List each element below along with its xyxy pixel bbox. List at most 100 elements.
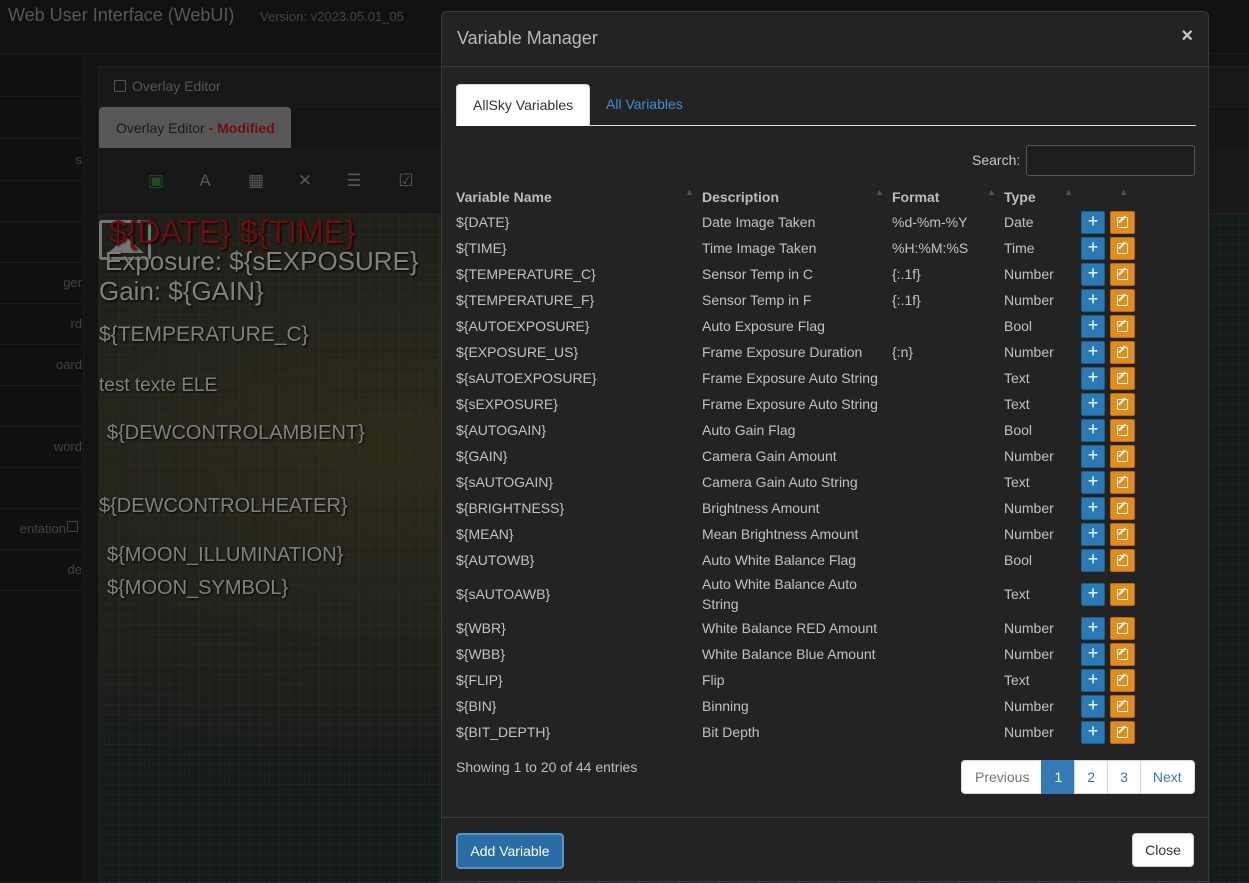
edit-variable-button[interactable] [1110, 720, 1135, 744]
row-actions: + [1081, 470, 1136, 494]
add-variable-to-overlay-button[interactable]: + [1081, 470, 1105, 494]
variable-tabs: AllSky Variables All Variables [456, 84, 1196, 126]
variable-name-cell: ${WBR} [456, 620, 506, 636]
variable-name-cell: ${BIT_DEPTH} [456, 724, 551, 740]
pagination-next[interactable]: Next [1139, 760, 1195, 794]
edit-variable-button[interactable] [1110, 314, 1135, 338]
description-cell: White Balance RED Amount [702, 620, 878, 636]
variable-name-cell: ${DATE} [456, 214, 510, 230]
add-variable-to-overlay-button[interactable]: + [1081, 262, 1105, 286]
add-variable-to-overlay-button[interactable]: + [1081, 694, 1105, 718]
table-row: ${DATE} Date Image Taken %d-%m-%Y Date + [456, 209, 1136, 235]
description-cell: Auto Gain Flag [702, 422, 796, 438]
variable-manager-modal: Variable Manager × AllSky Variables All … [441, 11, 1209, 882]
column-header-actions[interactable]: ▲ [1081, 185, 1136, 209]
edit-variable-button[interactable] [1110, 470, 1135, 494]
edit-variable-button[interactable] [1110, 548, 1135, 572]
edit-variable-button[interactable] [1110, 236, 1135, 260]
edit-variable-button[interactable] [1110, 694, 1135, 718]
row-actions: + [1081, 262, 1136, 286]
table-row: ${WBR} White Balance RED Amount Number + [456, 615, 1136, 641]
add-variable-to-overlay-button[interactable]: + [1081, 496, 1105, 520]
edit-variable-button[interactable] [1110, 444, 1135, 468]
edit-variable-button[interactable] [1110, 262, 1135, 286]
add-variable-to-overlay-button[interactable]: + [1081, 314, 1105, 338]
column-header-description[interactable]: Description ▲ [702, 185, 892, 209]
row-actions: + [1081, 496, 1136, 520]
pagination-page-2[interactable]: 2 [1074, 760, 1109, 794]
format-cell: {:n} [892, 344, 914, 360]
format-cell [892, 641, 1004, 667]
add-variable-to-overlay-button[interactable]: + [1081, 236, 1105, 260]
add-variable-to-overlay-button[interactable]: + [1081, 642, 1105, 666]
edit-variable-button[interactable] [1110, 366, 1135, 390]
actions-cell: + [1081, 365, 1136, 391]
add-variable-to-overlay-button[interactable]: + [1081, 548, 1105, 572]
add-variable-to-overlay-button[interactable]: + [1081, 720, 1105, 744]
pagination-page-1[interactable]: 1 [1041, 760, 1076, 794]
actions-cell: + [1081, 615, 1136, 641]
table-row: ${sAUTOGAIN} Camera Gain Auto String Text + [456, 469, 1136, 495]
edit-icon [1117, 294, 1128, 306]
type-cell: Time [1004, 240, 1035, 256]
add-variable-to-overlay-button[interactable]: + [1081, 616, 1105, 640]
variables-table: Variable Name ▲ Description ▲ Format ▲ Type… [456, 185, 1136, 745]
type-cell: Text [1004, 586, 1030, 602]
edit-variable-button[interactable] [1110, 210, 1135, 234]
add-variable-to-overlay-button[interactable]: + [1081, 444, 1105, 468]
edit-variable-button[interactable] [1110, 496, 1135, 520]
close-button[interactable]: Close [1132, 833, 1194, 867]
edit-variable-button[interactable] [1110, 418, 1135, 442]
search-input[interactable] [1026, 145, 1195, 176]
add-variable-to-overlay-button[interactable]: + [1081, 418, 1105, 442]
pagination-page-3[interactable]: 3 [1107, 760, 1141, 794]
add-variable-to-overlay-button[interactable]: + [1081, 340, 1105, 364]
column-header-name[interactable]: Variable Name ▲ [456, 185, 702, 209]
add-variable-to-overlay-button[interactable]: + [1081, 522, 1105, 546]
tab-all-variables[interactable]: All Variables [590, 84, 699, 126]
pagination-previous[interactable]: Previous [961, 760, 1043, 794]
column-header-format[interactable]: Format ▲ [892, 185, 1004, 209]
description-cell: Frame Exposure Auto String [702, 396, 878, 412]
edit-variable-button[interactable] [1110, 288, 1135, 312]
description-cell: Auto White Balance Auto String [702, 576, 857, 612]
variables-table-body: ${DATE} Date Image Taken %d-%m-%Y Date + ${TI… [456, 209, 1136, 745]
add-variable-to-overlay-button[interactable]: + [1081, 210, 1105, 234]
sort-icon: ▲ [987, 187, 996, 197]
table-row: ${AUTOGAIN} Auto Gain Flag Bool + [456, 417, 1136, 443]
tab-allsky-variables[interactable]: AllSky Variables [456, 84, 591, 126]
edit-variable-button[interactable] [1110, 392, 1135, 416]
add-variable-to-overlay-button[interactable]: + [1081, 288, 1105, 312]
type-cell: Number [1004, 448, 1054, 464]
edit-variable-button[interactable] [1110, 668, 1135, 692]
modal-footer: Add Variable Close [442, 817, 1208, 883]
variable-name-cell: ${GAIN} [456, 448, 508, 464]
format-cell: %d-%m-%Y [892, 214, 968, 230]
edit-icon [1117, 346, 1128, 358]
edit-variable-button[interactable] [1110, 340, 1135, 364]
column-header-label: Type [1004, 189, 1036, 205]
add-variable-button[interactable]: Add Variable [456, 833, 564, 869]
actions-cell: + [1081, 693, 1136, 719]
format-cell: {:.1f} [892, 266, 921, 282]
edit-variable-button[interactable] [1110, 616, 1135, 640]
edit-variable-button[interactable] [1110, 582, 1135, 606]
add-variable-to-overlay-button[interactable]: + [1081, 582, 1105, 606]
variable-name-cell: ${TIME} [456, 240, 507, 256]
add-variable-to-overlay-button[interactable]: + [1081, 668, 1105, 692]
actions-cell: + [1081, 261, 1136, 287]
edit-variable-button[interactable] [1110, 642, 1135, 666]
format-cell [892, 615, 1004, 641]
edit-variable-button[interactable] [1110, 522, 1135, 546]
column-header-type[interactable]: Type ▲ [1004, 185, 1081, 209]
type-cell: Number [1004, 266, 1054, 282]
row-actions: + [1081, 236, 1136, 260]
add-variable-to-overlay-button[interactable]: + [1081, 392, 1105, 416]
row-actions: + [1081, 522, 1136, 546]
format-cell [892, 469, 1004, 495]
row-actions: + [1081, 616, 1136, 640]
edit-icon [1117, 450, 1128, 462]
type-cell: Text [1004, 396, 1030, 412]
close-icon[interactable]: × [1181, 25, 1193, 48]
add-variable-to-overlay-button[interactable]: + [1081, 366, 1105, 390]
